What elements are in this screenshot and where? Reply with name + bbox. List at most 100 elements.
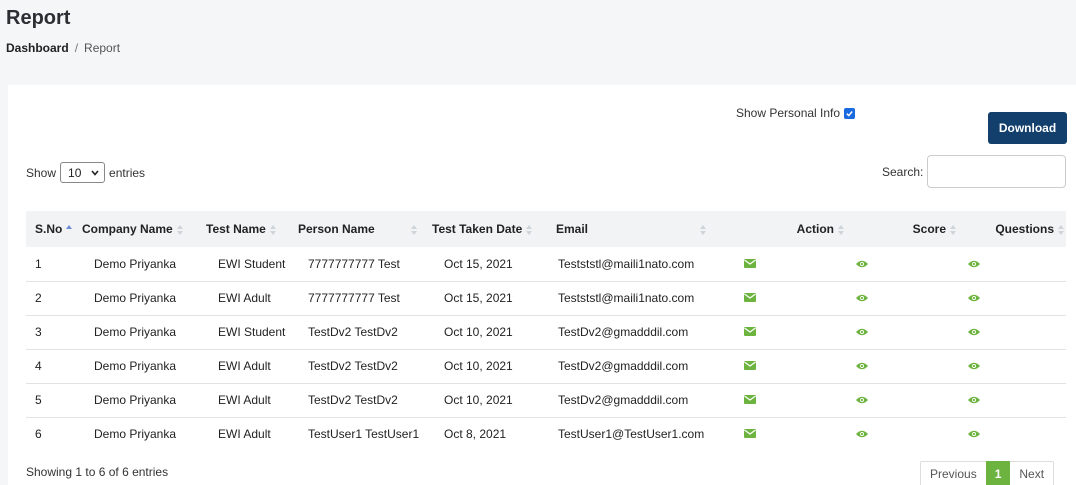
- cell-email: TestDv2@gmadddil.com: [558, 393, 689, 407]
- cell-score: [856, 383, 968, 417]
- cell-test-name: EWI Adult: [218, 359, 271, 373]
- previous-page-button[interactable]: Previous: [920, 461, 986, 485]
- eye-icon[interactable]: [856, 325, 868, 336]
- column-header-test-name[interactable]: Test Name: [206, 211, 298, 247]
- show-personal-info-toggle[interactable]: Show Personal Info: [736, 106, 856, 120]
- cell-email: Testststl@maili1nato.com: [558, 256, 695, 271]
- cell-company: Demo Priyanka: [94, 393, 177, 407]
- next-page-button[interactable]: Next: [1010, 461, 1055, 485]
- page-length-value: 10: [68, 165, 82, 180]
- cell-test-name: EWI Student: [218, 325, 286, 339]
- pagination: Previous 1 Next: [920, 461, 1055, 485]
- table-row: 5 Demo Priyanka EWI Adult TestDv2 TestDv2 Oc…: [26, 383, 1066, 417]
- page-title: Report: [6, 7, 71, 29]
- cell-company: Demo Priyanka: [94, 325, 177, 339]
- cell-test-name: EWI Adult: [218, 393, 271, 407]
- sort-ascending-icon: [66, 224, 73, 235]
- cell-score: [856, 315, 968, 349]
- cell-questions: [968, 281, 1066, 315]
- eye-icon[interactable]: [968, 393, 980, 404]
- sort-icon: [526, 224, 533, 235]
- column-header-person-name[interactable]: Person Name: [298, 211, 432, 247]
- cell-test-date: Oct 10, 2021: [444, 325, 513, 339]
- sort-icon: [176, 224, 183, 235]
- sort-icon: [410, 224, 417, 235]
- cell-company: Demo Priyanka: [94, 359, 177, 373]
- eye-icon[interactable]: [968, 257, 980, 267]
- column-header-email[interactable]: Email: [556, 211, 742, 247]
- show-personal-info-label: Show Personal Info: [736, 106, 841, 120]
- cell-person-name: TestUser1 TestUser1: [308, 427, 420, 442]
- cell-test-date: Oct 10, 2021: [444, 393, 513, 407]
- cell-sno: 1: [35, 256, 42, 271]
- sort-icon: [269, 224, 276, 235]
- eye-icon[interactable]: [968, 427, 980, 438]
- cell-sno: 2: [35, 291, 42, 305]
- eye-icon[interactable]: [856, 427, 868, 438]
- table-row: 1 Demo Priyanka EWI Student 7777777777 Test…: [26, 247, 1066, 281]
- cell-test-name: EWI Adult: [218, 427, 271, 442]
- column-header-company[interactable]: Company Name: [82, 211, 206, 247]
- cell-score: [856, 247, 968, 281]
- cell-questions: [968, 315, 1066, 349]
- cell-action: [742, 349, 856, 383]
- envelope-icon[interactable]: [744, 359, 756, 370]
- cell-person-name: TestDv2 TestDv2: [308, 393, 398, 407]
- cell-person-name: 7777777777 Test: [308, 291, 400, 305]
- sort-icon: [950, 224, 956, 235]
- column-header-action[interactable]: Action: [742, 211, 856, 247]
- eye-icon[interactable]: [856, 393, 868, 404]
- column-header-test-date[interactable]: Test Taken Date: [432, 211, 556, 247]
- column-header-sno[interactable]: S.No: [26, 211, 82, 247]
- envelope-icon[interactable]: [744, 291, 756, 302]
- search-label: Search:: [882, 164, 924, 179]
- cell-questions: [968, 247, 1066, 281]
- cell-action: [742, 315, 856, 349]
- search-control: Search:: [882, 155, 1067, 188]
- cell-email: TestUser1@TestUser1.com: [558, 427, 705, 442]
- cell-action: [742, 281, 856, 315]
- cell-email: TestDv2@gmadddil.com: [558, 325, 689, 339]
- cell-questions: [968, 383, 1066, 417]
- cell-sno: 5: [35, 393, 42, 407]
- column-header-questions[interactable]: Questions: [968, 211, 1066, 247]
- cell-questions: [968, 349, 1066, 383]
- eye-icon[interactable]: [856, 291, 868, 302]
- cell-action: [742, 383, 856, 417]
- chevron-down-icon: [91, 169, 99, 176]
- table-row: 2 Demo Priyanka EWI Adult 7777777777 Test Oc…: [26, 281, 1066, 315]
- page-length-select[interactable]: 10: [60, 162, 106, 183]
- show-label: Show: [26, 165, 57, 180]
- envelope-icon[interactable]: [744, 257, 756, 268]
- cell-sno: 4: [35, 359, 42, 373]
- cell-person-name: TestDv2 TestDv2: [308, 359, 398, 373]
- sort-icon: [700, 224, 707, 235]
- entries-label: entries: [109, 165, 146, 180]
- cell-test-date: Oct 15, 2021: [444, 256, 513, 271]
- eye-icon[interactable]: [856, 359, 868, 370]
- breadcrumb: Dashboard / Report: [6, 41, 120, 55]
- eye-icon[interactable]: [968, 291, 980, 302]
- eye-icon[interactable]: [856, 257, 868, 267]
- envelope-icon[interactable]: [744, 393, 756, 404]
- eye-icon[interactable]: [968, 359, 980, 370]
- column-header-score[interactable]: Score: [856, 211, 968, 247]
- cell-score: [856, 281, 968, 315]
- download-button[interactable]: Download: [988, 112, 1067, 144]
- eye-icon[interactable]: [968, 325, 980, 336]
- envelope-icon[interactable]: [744, 427, 756, 439]
- envelope-icon[interactable]: [744, 325, 756, 336]
- breadcrumb-current: Report: [84, 41, 121, 55]
- sort-icon: [1058, 224, 1064, 235]
- breadcrumb-dashboard-link[interactable]: Dashboard: [6, 41, 69, 55]
- table-row: 4 Demo Priyanka EWI Adult TestDv2 TestDv2 Oc…: [26, 349, 1066, 383]
- cell-questions: [968, 417, 1066, 451]
- page-1-button[interactable]: 1: [985, 461, 1011, 485]
- show-personal-info-checkbox[interactable]: [844, 107, 856, 119]
- cell-email: Testststl@maili1nato.com: [558, 291, 695, 305]
- cell-sno: 6: [35, 427, 42, 442]
- cell-score: [856, 417, 968, 451]
- cell-test-date: Oct 10, 2021: [444, 359, 513, 373]
- search-input[interactable]: [927, 155, 1067, 188]
- sort-icon: [838, 224, 844, 235]
